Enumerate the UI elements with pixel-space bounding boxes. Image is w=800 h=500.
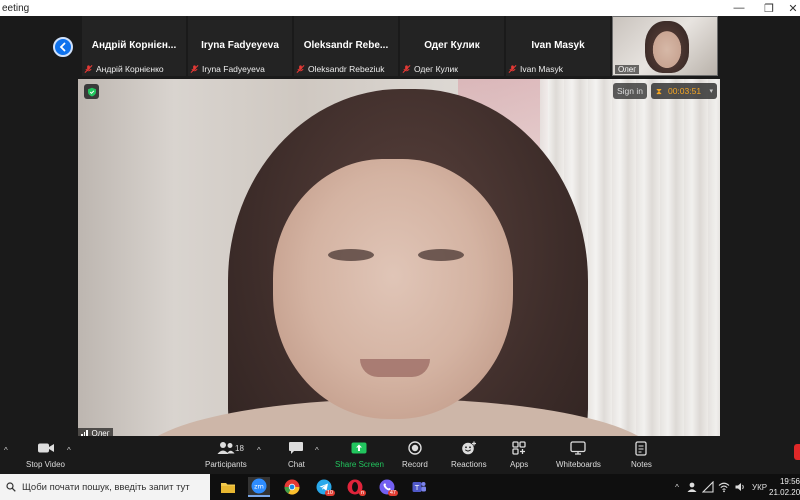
zoom-app-icon: zm xyxy=(251,478,267,494)
meeting-area: Андрій Корнієн... Андрій Корнієнко Iryna… xyxy=(0,16,800,439)
window-title: eeting xyxy=(2,2,30,14)
taskbar-clock[interactable]: 19:56 21.02.20 xyxy=(769,476,800,498)
svg-text:T: T xyxy=(414,484,420,492)
telegram-badge: 10 xyxy=(324,490,335,496)
taskbar-viber[interactable]: 47 xyxy=(376,477,398,497)
participant-name: Oleksandr Rebe... xyxy=(303,40,389,51)
self-name-label: Олег xyxy=(615,65,640,74)
taskbar-search-box[interactable]: Щоби почати пошук, введіть запит тут xyxy=(0,474,210,500)
notes-icon xyxy=(635,440,648,456)
participant-name: Iryna Fadyeyeva xyxy=(201,40,279,51)
taskbar-zoom[interactable]: zm xyxy=(248,477,270,497)
record-button[interactable]: Record xyxy=(402,440,428,469)
self-video-tile[interactable]: Олег xyxy=(612,16,718,76)
minimize-icon[interactable]: — xyxy=(724,0,754,16)
encryption-shield-icon[interactable] xyxy=(84,84,99,99)
hourglass-icon: ⧗ xyxy=(656,85,662,96)
apps-icon xyxy=(512,441,526,455)
viber-badge: 47 xyxy=(387,490,398,496)
search-placeholder: Щоби почати пошук, введіть запит тут xyxy=(22,481,190,493)
chrome-icon xyxy=(284,479,300,495)
chat-bubble-icon xyxy=(289,442,304,454)
self-video-thumbnail xyxy=(645,21,689,73)
timer-value: 00:03:51 xyxy=(667,86,702,96)
participant-tile[interactable]: Iryna Fadyeyeva Iryna Fadyeyeva xyxy=(188,16,292,76)
window-titlebar: eeting — ❐ ✕ xyxy=(0,0,800,16)
sign-in-button[interactable]: Sign in xyxy=(613,83,647,99)
participant-tile[interactable]: Ivan Masyk Ivan Masyk xyxy=(506,16,610,76)
teams-icon: T xyxy=(412,482,426,492)
apps-button[interactable]: Apps xyxy=(510,440,528,469)
participant-tile[interactable]: Oleksandr Rebe... Oleksandr Rebeziuk xyxy=(294,16,398,76)
taskbar-telegram[interactable]: 10 xyxy=(313,477,335,497)
participants-count: 18 xyxy=(235,444,244,453)
chat-button[interactable]: Chat xyxy=(288,440,305,469)
whiteboards-button[interactable]: Whiteboards xyxy=(556,440,601,469)
taskbar-opera[interactable]: n xyxy=(344,477,366,497)
end-meeting-button[interactable] xyxy=(794,444,800,460)
audio-options-chevron-icon[interactable]: ^ xyxy=(4,446,8,455)
participant-label: Андрій Корнієнко xyxy=(96,63,164,74)
mic-muted-icon xyxy=(508,64,517,73)
participant-label: Одег Кулик xyxy=(414,63,459,74)
mic-muted-icon xyxy=(190,64,199,73)
participants-icon xyxy=(217,442,235,454)
active-speaker-video[interactable] xyxy=(78,79,720,439)
participant-tile[interactable]: Андрій Корнієн... Андрій Корнієнко xyxy=(82,16,186,76)
close-icon[interactable]: ✕ xyxy=(778,0,800,16)
participant-label: Oleksandr Rebeziuk xyxy=(308,63,385,74)
reactions-button[interactable]: Reactions xyxy=(451,440,487,469)
chevron-down-icon: ▾ xyxy=(709,88,713,95)
participant-name: Андрій Корнієн... xyxy=(91,40,177,51)
meeting-timer[interactable]: ⧗ 00:03:51 ▾ xyxy=(651,83,717,99)
share-screen-icon xyxy=(351,442,367,454)
network-icon[interactable] xyxy=(702,481,714,493)
search-icon xyxy=(6,482,16,492)
smiley-plus-icon xyxy=(461,441,476,455)
chat-options-chevron-icon[interactable]: ^ xyxy=(315,446,319,455)
svg-text:zm: zm xyxy=(254,483,264,491)
participant-label: Iryna Fadyeyeva xyxy=(202,63,265,74)
meeting-toolbar: ^ Stop Video ^ Participants 18 ^ Chat ^ … xyxy=(0,436,800,474)
taskbar-chrome[interactable] xyxy=(281,477,303,497)
participant-tile[interactable]: Одег Кулик Одег Кулик xyxy=(400,16,504,76)
wifi-icon[interactable] xyxy=(718,481,730,493)
speaker-icon[interactable] xyxy=(734,481,746,493)
input-language[interactable]: УКР xyxy=(752,483,767,492)
participants-options-chevron-icon[interactable]: ^ xyxy=(257,446,261,455)
opera-badge: n xyxy=(358,490,366,496)
video-camera-icon xyxy=(37,443,54,453)
system-tray: ^ УКР xyxy=(670,474,767,500)
mic-muted-icon xyxy=(84,64,93,73)
windows-taskbar: Щоби почати пошук, введіть запит тут zm … xyxy=(0,474,800,500)
video-options-chevron-icon[interactable]: ^ xyxy=(67,446,71,455)
taskbar-teams[interactable]: T xyxy=(408,477,430,497)
notes-button[interactable]: Notes xyxy=(631,440,652,469)
mic-muted-icon xyxy=(402,64,411,73)
participant-label: Ivan Masyk xyxy=(520,63,563,74)
chevron-left-icon xyxy=(59,42,66,52)
gallery-prev-button[interactable] xyxy=(53,37,73,57)
mic-muted-icon xyxy=(296,64,305,73)
participant-name: Одег Кулик xyxy=(424,40,480,51)
taskbar-file-explorer[interactable] xyxy=(217,477,239,497)
chevron-up-icon[interactable]: ^ xyxy=(670,483,684,492)
participant-name: Ivan Masyk xyxy=(531,40,585,51)
stop-video-button[interactable]: Stop Video xyxy=(26,440,65,469)
whiteboard-icon xyxy=(570,441,587,455)
people-icon[interactable] xyxy=(686,481,698,493)
folder-icon xyxy=(221,482,235,493)
share-screen-button[interactable]: Share Screen xyxy=(335,440,384,469)
record-icon xyxy=(408,441,422,455)
